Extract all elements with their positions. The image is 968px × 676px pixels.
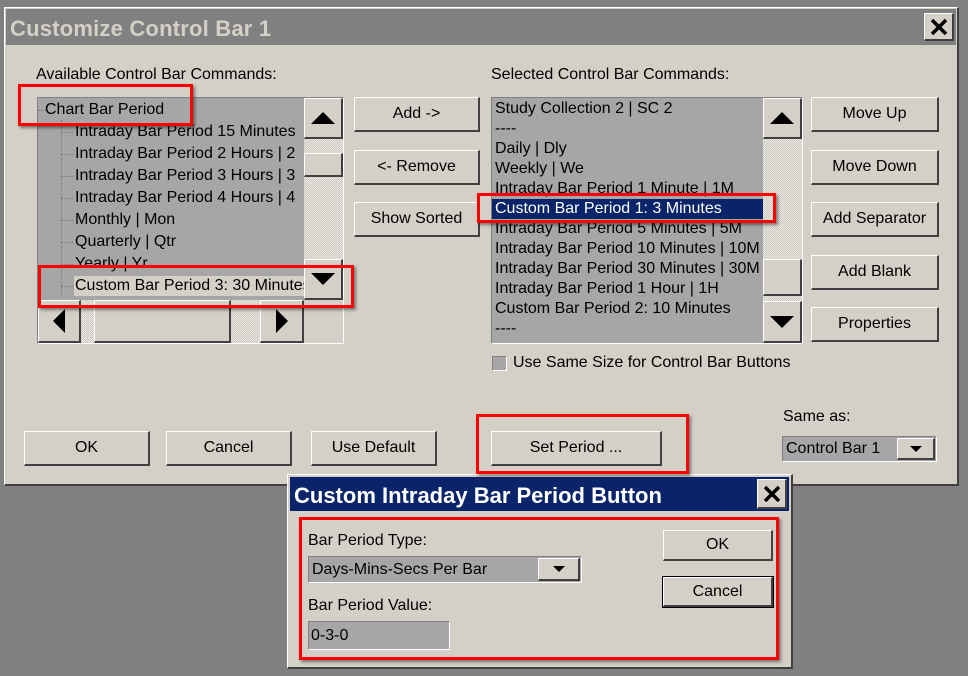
tree-item[interactable]: Intraday Bar Period 15 Minutes <box>74 122 304 142</box>
same-as-dropdown[interactable]: Control Bar 1 <box>782 436 937 462</box>
add-blank-button[interactable]: Add Blank <box>811 255 939 290</box>
same-size-checkbox-label[interactable]: Use Same Size for Control Bar Buttons <box>513 354 790 372</box>
available-scroll-right-button[interactable] <box>260 300 304 343</box>
same-size-checkbox[interactable] <box>492 356 507 371</box>
tree-connector <box>61 286 73 287</box>
selected-scroll-up-button[interactable] <box>763 98 802 139</box>
bar-period-value-label: Bar Period Value: <box>308 597 433 614</box>
same-as-label: Same as: <box>783 408 851 425</box>
sub-title-bar[interactable]: Custom Intraday Bar Period Button <box>290 477 789 511</box>
set-period-button[interactable]: Set Period ... <box>491 431 662 466</box>
tree-item[interactable]: Intraday Bar Period 2 Hours | 2 <box>74 144 304 164</box>
selected-list-item[interactable]: Intraday Bar Period 1 Minute | 1M <box>492 179 763 199</box>
properties-button[interactable]: Properties <box>811 307 939 342</box>
arrow-up-icon <box>311 112 335 124</box>
bar-period-type-value: Days-Mins-Secs Per Bar <box>312 560 488 578</box>
tree-root-chart-bar-period[interactable]: Chart Bar Period <box>45 100 164 120</box>
selected-list-item[interactable]: Daily | Dly <box>492 139 763 159</box>
selected-commands-list[interactable]: Study Collection 2 | SC 2 ---- Daily | Dly… <box>491 97 803 344</box>
close-x-icon <box>930 18 947 35</box>
selected-list-item[interactable]: Intraday Bar Period 1 Hour | 1H <box>492 279 763 299</box>
arrow-left-icon <box>53 309 65 333</box>
selected-list-item[interactable]: ---- <box>492 319 763 339</box>
tree-connector <box>61 242 73 243</box>
tree-connector <box>61 220 73 221</box>
tree-connector <box>61 264 73 265</box>
available-commands-label: Available Control Bar Commands: <box>36 66 277 83</box>
use-default-button[interactable]: Use Default <box>311 431 437 466</box>
sub-close-button[interactable] <box>757 479 787 509</box>
main-close-button[interactable] <box>924 13 954 41</box>
add-button[interactable]: Add -> <box>354 97 480 132</box>
selected-list-item[interactable]: Intraday Bar Period 5 Minutes | 5M <box>492 219 763 239</box>
customize-control-bar-dialog: Customize Control Bar 1 Available Contro… <box>4 7 959 486</box>
available-scroll-down-button[interactable] <box>304 259 343 300</box>
selected-list-item[interactable]: Weekly | We <box>492 159 763 179</box>
arrow-down-icon <box>770 315 794 328</box>
move-down-button[interactable]: Move Down <box>811 150 939 185</box>
custom-intraday-bar-period-dialog: Custom Intraday Bar Period Button Bar Pe… <box>287 474 793 669</box>
available-vscroll-thumb[interactable] <box>304 153 343 177</box>
selected-list-item[interactable]: Intraday Bar Period 30 Minutes | 30M <box>492 259 763 279</box>
available-scroll-up-button[interactable] <box>304 98 343 139</box>
move-up-button[interactable]: Move Up <box>811 97 939 132</box>
tree-item[interactable]: Intraday Bar Period 4 Hours | 4 <box>74 188 304 208</box>
selected-list-item[interactable]: Study Collection 2 | SC 2 <box>492 99 763 119</box>
arrow-up-icon <box>770 112 794 124</box>
sub-dialog-title: Custom Intraday Bar Period Button <box>294 483 662 508</box>
selected-list-item[interactable]: Intraday Bar Period 10 Minutes | 10M <box>492 239 763 259</box>
selected-list-item[interactable]: ---- <box>492 119 763 139</box>
same-as-dropdown-button[interactable] <box>897 438 935 460</box>
tree-connector <box>61 198 73 199</box>
selected-list-item[interactable]: Custom Bar Period 2: 10 Minutes <box>492 299 763 319</box>
tree-connector <box>61 132 73 133</box>
remove-button[interactable]: <- Remove <box>354 150 480 185</box>
bar-period-type-dropdown-button[interactable] <box>538 558 580 581</box>
sub-cancel-button[interactable]: Cancel <box>662 576 774 608</box>
available-hscroll-thumb[interactable] <box>94 300 231 343</box>
main-title-bar[interactable]: Customize Control Bar 1 <box>6 9 956 45</box>
tree-item[interactable]: Quarterly | Qtr <box>74 232 304 252</box>
tree-item[interactable]: Monthly | Mon <box>74 210 304 230</box>
ok-button[interactable]: OK <box>24 431 150 466</box>
chevron-down-icon <box>552 566 565 572</box>
available-commands-tree[interactable]: Chart Bar Period Intraday Bar Period 15 M… <box>37 97 344 344</box>
tree-connector <box>61 154 73 155</box>
tree-connector <box>61 176 73 177</box>
arrow-right-icon <box>275 309 288 333</box>
selected-commands-label: Selected Control Bar Commands: <box>491 66 730 83</box>
arrow-down-icon <box>311 273 335 285</box>
same-as-value: Control Bar 1 <box>786 440 881 457</box>
available-scroll-left-button[interactable] <box>38 300 81 343</box>
selected-scroll-down-button[interactable] <box>763 301 802 343</box>
main-dialog-title: Customize Control Bar 1 <box>10 16 272 41</box>
bar-period-value-input[interactable]: 0-3-0 <box>308 621 450 650</box>
selected-list-item-active[interactable]: Custom Bar Period 1: 3 Minutes <box>492 199 763 219</box>
cancel-button[interactable]: Cancel <box>166 431 292 466</box>
add-separator-button[interactable]: Add Separator <box>811 202 939 237</box>
tree-connector <box>61 120 62 298</box>
tree-item[interactable]: Yearly | Yr <box>74 254 304 274</box>
show-sorted-button[interactable]: Show Sorted <box>354 202 480 237</box>
close-x-icon <box>763 485 780 502</box>
chevron-down-icon <box>909 445 922 452</box>
sub-ok-button[interactable]: OK <box>663 530 773 561</box>
tree-item[interactable]: Intraday Bar Period 3 Hours | 3 <box>74 166 304 186</box>
selected-vscroll-thumb[interactable] <box>763 259 802 296</box>
bar-period-type-dropdown[interactable]: Days-Mins-Secs Per Bar <box>308 556 582 583</box>
bar-period-type-label: Bar Period Type: <box>308 532 427 549</box>
tree-item[interactable]: Custom Bar Period 3: 30 Minutes <box>74 276 304 296</box>
